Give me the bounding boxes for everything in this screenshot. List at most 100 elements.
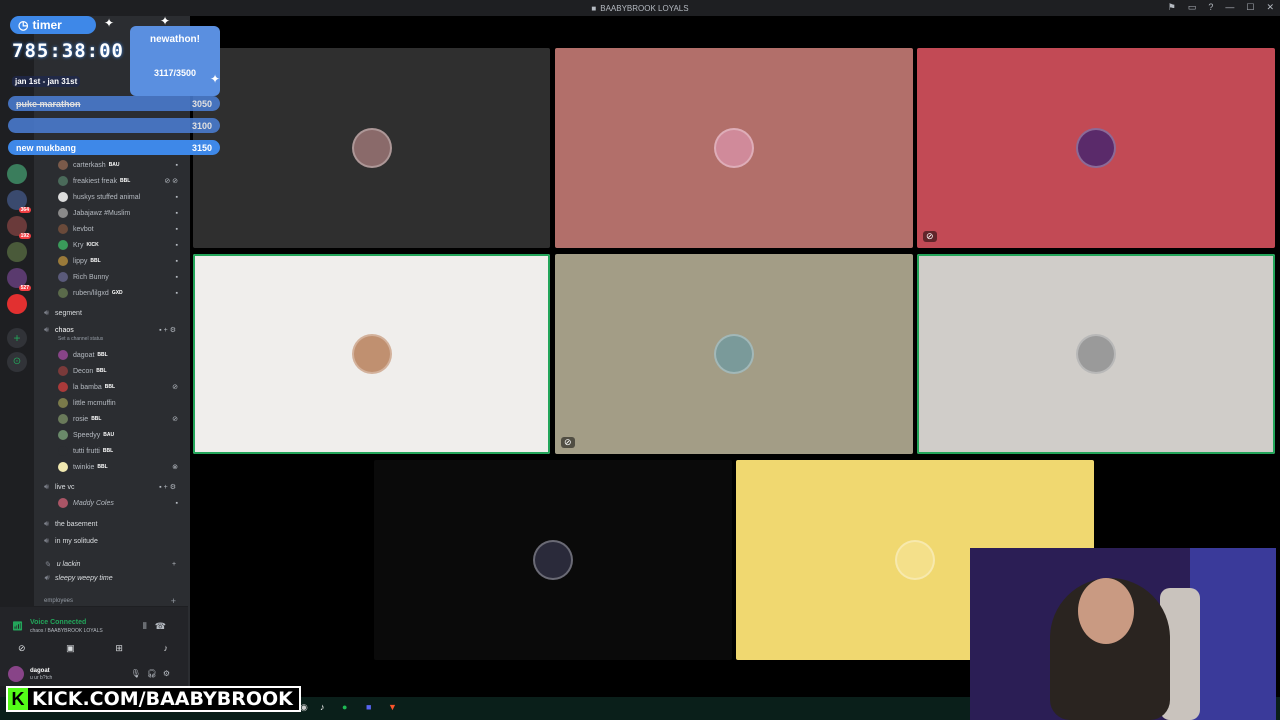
- avatar: [58, 176, 68, 186]
- flag-icon[interactable]: ⚑: [1168, 2, 1176, 13]
- voice-member[interactable]: la bamba BBL ⊘: [36, 379, 186, 395]
- participant-tile[interactable]: ⊘: [555, 254, 913, 454]
- channel-status[interactable]: Set a channel status: [36, 334, 186, 344]
- server-icon[interactable]: 364: [7, 190, 31, 213]
- participant-tile[interactable]: [193, 48, 550, 248]
- avatar: [58, 192, 68, 202]
- avatar[interactable]: [8, 666, 24, 682]
- server-icon[interactable]: [7, 294, 27, 314]
- channel-actions[interactable]: ▪+⚙: [159, 483, 178, 491]
- server-icon[interactable]: 527: [7, 268, 31, 291]
- voice-member[interactable]: huskys stuffed animal ▪: [36, 189, 186, 205]
- channel-basement[interactable]: 🔊︎ the basement: [36, 516, 186, 532]
- kick-banner: K KICK.COM/BAABYBROOK: [6, 686, 301, 712]
- voice-member[interactable]: Maddy Coles ▪: [36, 495, 186, 511]
- window-title: ■ BAABYBROOK LOYALS: [591, 3, 689, 13]
- soundboard-icon[interactable]: ♪: [163, 643, 168, 654]
- channel-segment[interactable]: 🔊︎ segment: [36, 305, 186, 321]
- server-badge: 192: [18, 233, 31, 239]
- maximize-button[interactable]: ☐: [1246, 2, 1254, 13]
- channel-live-vc[interactable]: 🔊︎ live vc ▪+⚙: [36, 479, 186, 495]
- server-badge: 364: [18, 207, 31, 213]
- signal-icon[interactable]: 📶︎: [12, 621, 23, 632]
- webcam-face: [1078, 578, 1134, 644]
- muted-icon: ⊘: [561, 437, 575, 448]
- close-button[interactable]: ✕: [1266, 2, 1274, 13]
- activities-icon[interactable]: ⊞: [115, 643, 123, 654]
- sparkle-icon: ✦: [104, 16, 115, 30]
- voice-member[interactable]: Jabajawz #Muslim ▪: [36, 205, 186, 221]
- add-channel-icon[interactable]: +: [171, 596, 176, 606]
- avatar: [58, 398, 68, 408]
- tiktok-icon[interactable]: ♪: [320, 702, 325, 712]
- voice-member[interactable]: rosie BBL ⊘: [36, 411, 186, 427]
- app-icon[interactable]: ◉: [300, 702, 308, 713]
- goal-pill: 3100: [8, 118, 220, 133]
- voice-member[interactable]: Speedyy BAU: [36, 427, 186, 443]
- add-channel-icon[interactable]: +: [172, 561, 178, 568]
- speaker-icon: 🔊︎: [44, 482, 50, 491]
- discord-icon[interactable]: ■: [366, 702, 371, 712]
- avatar: [58, 430, 68, 440]
- stream-icon: ▪: [175, 161, 178, 169]
- pencil-icon: ✎: [44, 559, 51, 569]
- voice-member[interactable]: ruben/lilgxd GXD ▪: [36, 285, 186, 301]
- participant-avatar: [895, 540, 935, 580]
- server-icon[interactable]: [7, 242, 27, 262]
- streamer-webcam: [970, 548, 1276, 720]
- channel-solitude[interactable]: 🔊︎ in my solitude: [36, 533, 186, 549]
- voice-actions[interactable]: ⦀☎: [143, 621, 174, 632]
- webcam-light: [1190, 548, 1276, 720]
- voice-status-panel: 📶︎ Voice Connected chaos / BAABYBROOK LO…: [0, 606, 188, 662]
- muted-icon: ⊘: [172, 384, 178, 391]
- timer-label: ◷ timer: [10, 16, 96, 34]
- voice-member[interactable]: lippy BBL ▪: [36, 253, 186, 269]
- voice-member[interactable]: kevbot ▪: [36, 221, 186, 237]
- channel-actions[interactable]: ▪+⚙: [159, 326, 178, 334]
- stream-icon: ▪: [175, 241, 178, 249]
- server-icon[interactable]: [7, 164, 27, 184]
- stream-icon: ▪: [175, 193, 178, 201]
- sparkle-icon: ✦: [210, 72, 221, 86]
- brave-icon[interactable]: ▼: [388, 702, 397, 712]
- stream-overlay: ◷ timer 785:38:00 newathon! 3117/3500 jan…: [6, 12, 222, 158]
- server-badge: 527: [18, 285, 31, 291]
- help-icon[interactable]: ?: [1208, 2, 1213, 13]
- screen-share-icon[interactable]: ▣: [66, 643, 75, 654]
- explore-icon[interactable]: ⊙: [7, 352, 27, 372]
- avatar: [58, 382, 68, 392]
- server-icon[interactable]: 192: [7, 216, 31, 239]
- voice-member[interactable]: little mcmuffin: [36, 395, 186, 411]
- inbox-icon[interactable]: ▭: [1188, 2, 1197, 13]
- voice-member[interactable]: Decon BBL: [36, 363, 186, 379]
- stream-icon: ▪: [175, 209, 178, 217]
- camera-off-icon[interactable]: ⊘: [18, 643, 26, 654]
- xbox-icon: ⊗: [172, 464, 178, 471]
- avatar: [58, 414, 68, 424]
- add-server-icon[interactable]: +: [7, 328, 27, 348]
- participant-tile[interactable]: [917, 254, 1275, 454]
- avatar: [58, 160, 68, 170]
- participant-tile[interactable]: ⊘: [917, 48, 1275, 248]
- avatar: [58, 366, 68, 376]
- participant-avatar: [714, 128, 754, 168]
- channel-sleepy[interactable]: 🔊︎ sleepy weepy time: [36, 570, 186, 586]
- goal-pill: puke marathon 3050: [8, 96, 220, 111]
- voice-member[interactable]: carterkash BAU ▪: [36, 157, 186, 173]
- participant-tile[interactable]: [193, 254, 550, 454]
- voice-member[interactable]: Kry KICK ▪: [36, 237, 186, 253]
- avatar: [58, 446, 68, 456]
- clock-icon: ◷: [18, 18, 29, 32]
- spotify-icon[interactable]: ●: [342, 702, 347, 712]
- voice-member[interactable]: dagoat BBL: [36, 347, 186, 363]
- voice-member[interactable]: freakiest freak BBL ⊘ ⊘: [36, 173, 186, 189]
- voice-member[interactable]: Rich Bunny ▪: [36, 269, 186, 285]
- voice-member[interactable]: twinkie BBL ⊗: [36, 459, 186, 475]
- participant-tile[interactable]: [555, 48, 913, 248]
- voice-member[interactable]: tutti frutti BBL: [36, 443, 186, 459]
- stream-icon: ▪: [175, 289, 178, 297]
- minimize-button[interactable]: —: [1225, 2, 1234, 13]
- participant-tile[interactable]: [374, 460, 732, 660]
- sparkle-icon: ✦: [160, 14, 171, 28]
- user-controls[interactable]: 🎙︎🎧︎⚙: [131, 669, 176, 678]
